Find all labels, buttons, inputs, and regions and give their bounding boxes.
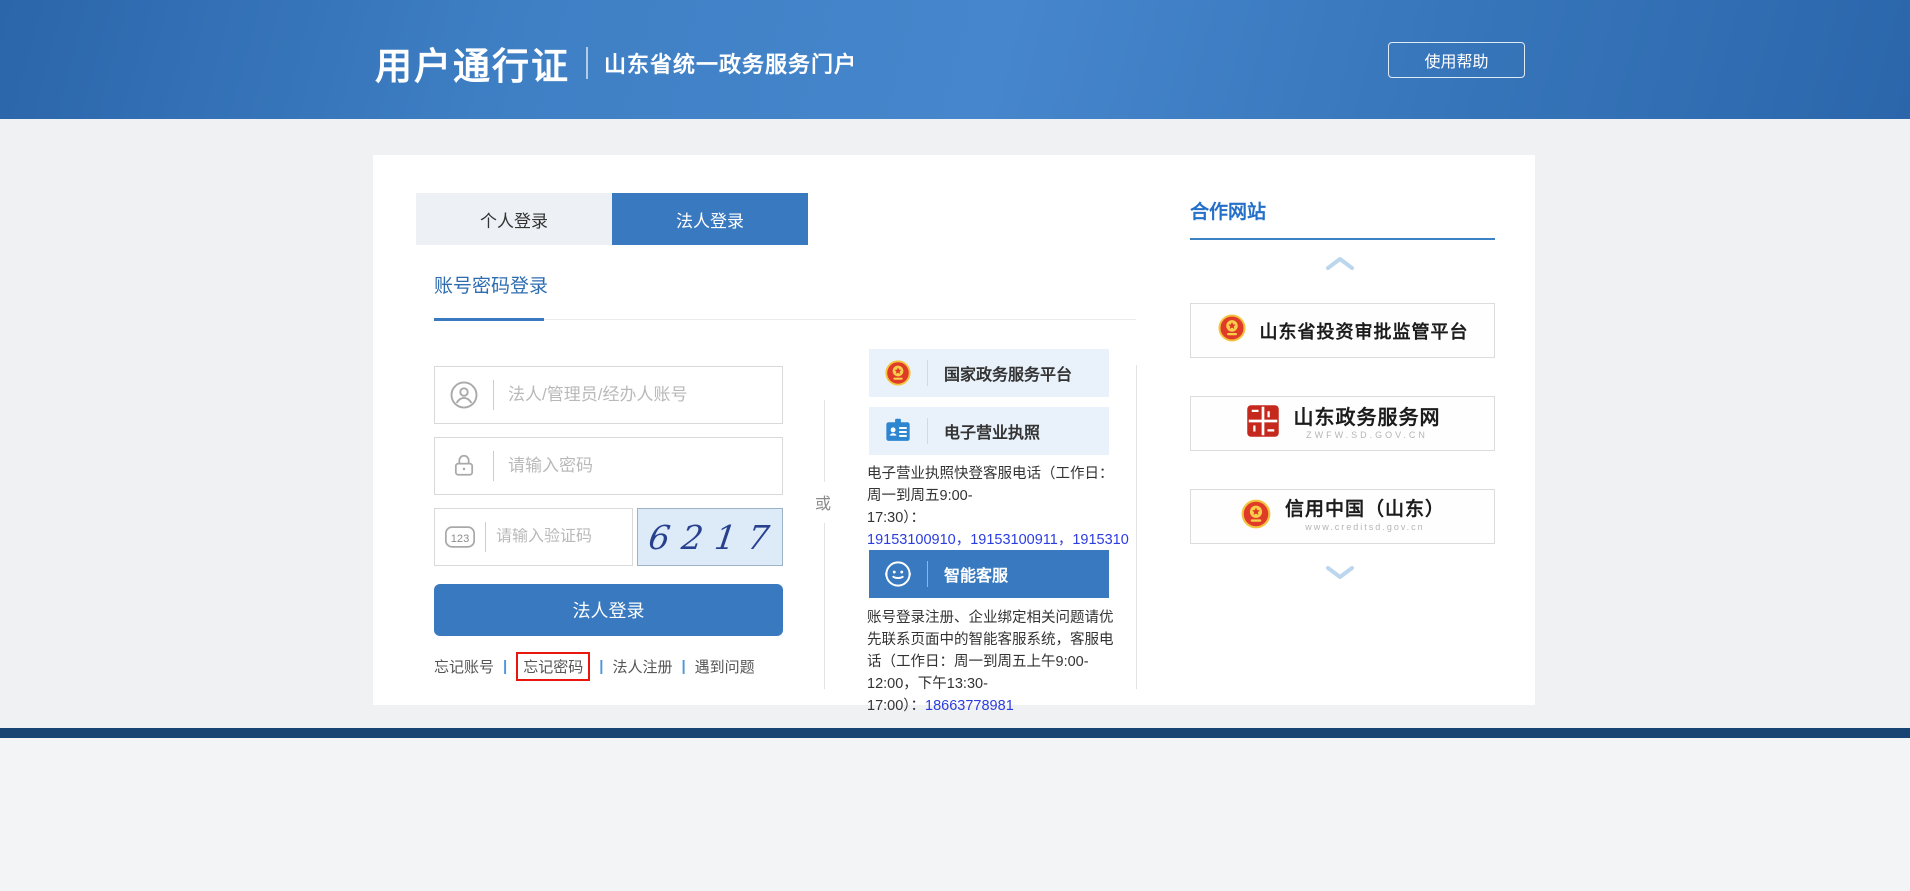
tab-personal-login[interactable]: 个人登录 — [416, 193, 612, 245]
help-button[interactable]: 使用帮助 — [1388, 42, 1525, 78]
button-separator — [927, 418, 928, 444]
note-text: 17:00）： — [867, 698, 925, 714]
partners-heading: 合作网站 — [1190, 197, 1266, 224]
problem-link[interactable]: 遇到问题 — [695, 656, 755, 677]
login-links-row: 忘记账号 | 忘记密码 | 法人注册 | 遇到问题 — [434, 652, 755, 681]
svg-text:123: 123 — [451, 533, 469, 545]
captcha-image[interactable]: 6217 — [637, 508, 783, 566]
password-field-wrapper — [434, 437, 783, 495]
partner-site-zwfw[interactable]: 山东政务服务网 ZWFW.SD.GOV.CN — [1190, 396, 1495, 451]
tab-legal-login[interactable]: 法人登录 — [612, 193, 808, 245]
section-title-account-password: 账号密码登录 — [434, 271, 548, 298]
account-input[interactable] — [508, 385, 782, 405]
footer-accent-bar — [0, 728, 1910, 738]
button-separator — [927, 561, 928, 587]
e-license-button[interactable]: 电子营业执照 — [869, 407, 1109, 455]
user-icon — [435, 380, 493, 410]
robot-headset-icon — [869, 559, 927, 589]
smart-service-phone[interactable]: 18663778981 — [925, 698, 1014, 714]
national-emblem-icon — [1240, 498, 1272, 535]
section-title-underline — [434, 318, 544, 321]
chevron-up-icon[interactable] — [1325, 255, 1355, 276]
button-separator — [927, 360, 928, 386]
legal-register-link[interactable]: 法人注册 — [612, 656, 672, 677]
link-separator: | — [681, 658, 685, 675]
annotation-red-box: 忘记密码 — [516, 652, 590, 681]
note-text: 账号登录注册、企业绑定相关问题请优 — [867, 610, 1114, 626]
chevron-down-icon[interactable] — [1325, 565, 1355, 586]
captcha-code: 6217 — [636, 518, 783, 557]
brand-divider — [586, 47, 588, 79]
note-text: 周一到周五9:00- — [867, 488, 973, 504]
note-text: 先联系页面中的智能客服系统，客服电 — [867, 632, 1114, 648]
divider-left-top — [824, 400, 825, 482]
partners-underline — [1190, 238, 1495, 240]
smart-service-note: 账号登录注册、企业绑定相关问题请优 先联系页面中的智能客服系统，客服电 话（工作… — [867, 607, 1125, 717]
divider-left-bottom — [824, 523, 825, 689]
divider-right — [1136, 365, 1137, 689]
header-banner: 用户通行证 山东省统一政务服务门户 使用帮助 — [0, 0, 1910, 119]
lock-icon — [435, 452, 493, 480]
link-separator: | — [599, 658, 603, 675]
captcha-123-icon: 123 — [435, 524, 485, 550]
partner-site-title: 山东政务服务网 — [1294, 407, 1441, 429]
partner-site-text: 山东政务服务网 ZWFW.SD.GOV.CN — [1294, 407, 1441, 441]
captcha-field-wrapper: 123 — [434, 508, 633, 566]
e-license-card-icon — [869, 417, 927, 445]
note-text: 12:00，下午13:30- — [867, 676, 988, 692]
field-separator — [493, 451, 494, 481]
partner-site-text: 信用中国（山东） www.creditsd.gov.cn — [1285, 500, 1445, 533]
smart-service-button[interactable]: 智能客服 — [869, 550, 1109, 598]
e-license-service-note: 电子营业执照快登客服电话（工作日： 周一到周五9:00- 17:30）：1915… — [867, 463, 1125, 551]
partner-site-credit-china[interactable]: 信用中国（山东） www.creditsd.gov.cn — [1190, 489, 1495, 544]
partner-site-url: ZWFW.SD.GOV.CN — [1306, 431, 1428, 441]
partner-site-url: www.creditsd.gov.cn — [1305, 523, 1424, 533]
forgot-account-link[interactable]: 忘记账号 — [434, 656, 494, 677]
account-field-wrapper — [434, 366, 783, 424]
national-platform-label: 国家政务服务平台 — [944, 361, 1072, 385]
partner-site-title: 山东省投资审批监管平台 — [1260, 318, 1469, 344]
captcha-input[interactable] — [496, 528, 632, 546]
service-phone-numbers[interactable]: 19153100910，19153100911，1915310 — [867, 532, 1129, 548]
note-text: 17:30）： — [867, 510, 925, 526]
password-input[interactable] — [508, 456, 782, 476]
field-separator — [485, 522, 486, 552]
note-text: 电子营业执照快登客服电话（工作日： — [867, 466, 1114, 482]
e-license-label: 电子营业执照 — [944, 419, 1040, 443]
note-text: 话（工作日：周一到周五上午9:00- — [867, 654, 1089, 670]
brand: 用户通行证 山东省统一政务服务门户 — [375, 36, 857, 90]
smart-service-label: 智能客服 — [944, 562, 1008, 586]
forgot-password-link[interactable]: 忘记密码 — [523, 659, 583, 676]
page-title: 用户通行证 — [375, 36, 570, 90]
national-platform-button[interactable]: 国家政务服务平台 — [869, 349, 1109, 397]
national-emblem-icon — [1217, 313, 1247, 348]
footer: 党政机关 山东省人民政府主办 山东省人民政府办公厅承办 山东省人民政府版权所有 … — [0, 738, 1910, 891]
or-text: 或 — [815, 490, 831, 514]
login-card: 个人登录 法人登录 账号密码登录 — [373, 155, 1535, 705]
portal-subtitle: 山东省统一政务服务门户 — [604, 47, 857, 79]
page: 用户通行证 山东省统一政务服务门户 使用帮助 个人登录 法人登录 账号密码登录 — [0, 0, 1910, 891]
legal-login-button[interactable]: 法人登录 — [434, 584, 783, 636]
field-separator — [493, 380, 494, 410]
red-seal-icon — [1245, 403, 1281, 444]
link-separator: | — [503, 658, 507, 675]
partner-site-title: 信用中国（山东） — [1285, 500, 1445, 521]
partner-site-investment-platform[interactable]: 山东省投资审批监管平台 — [1190, 303, 1495, 358]
national-emblem-icon — [869, 359, 927, 387]
